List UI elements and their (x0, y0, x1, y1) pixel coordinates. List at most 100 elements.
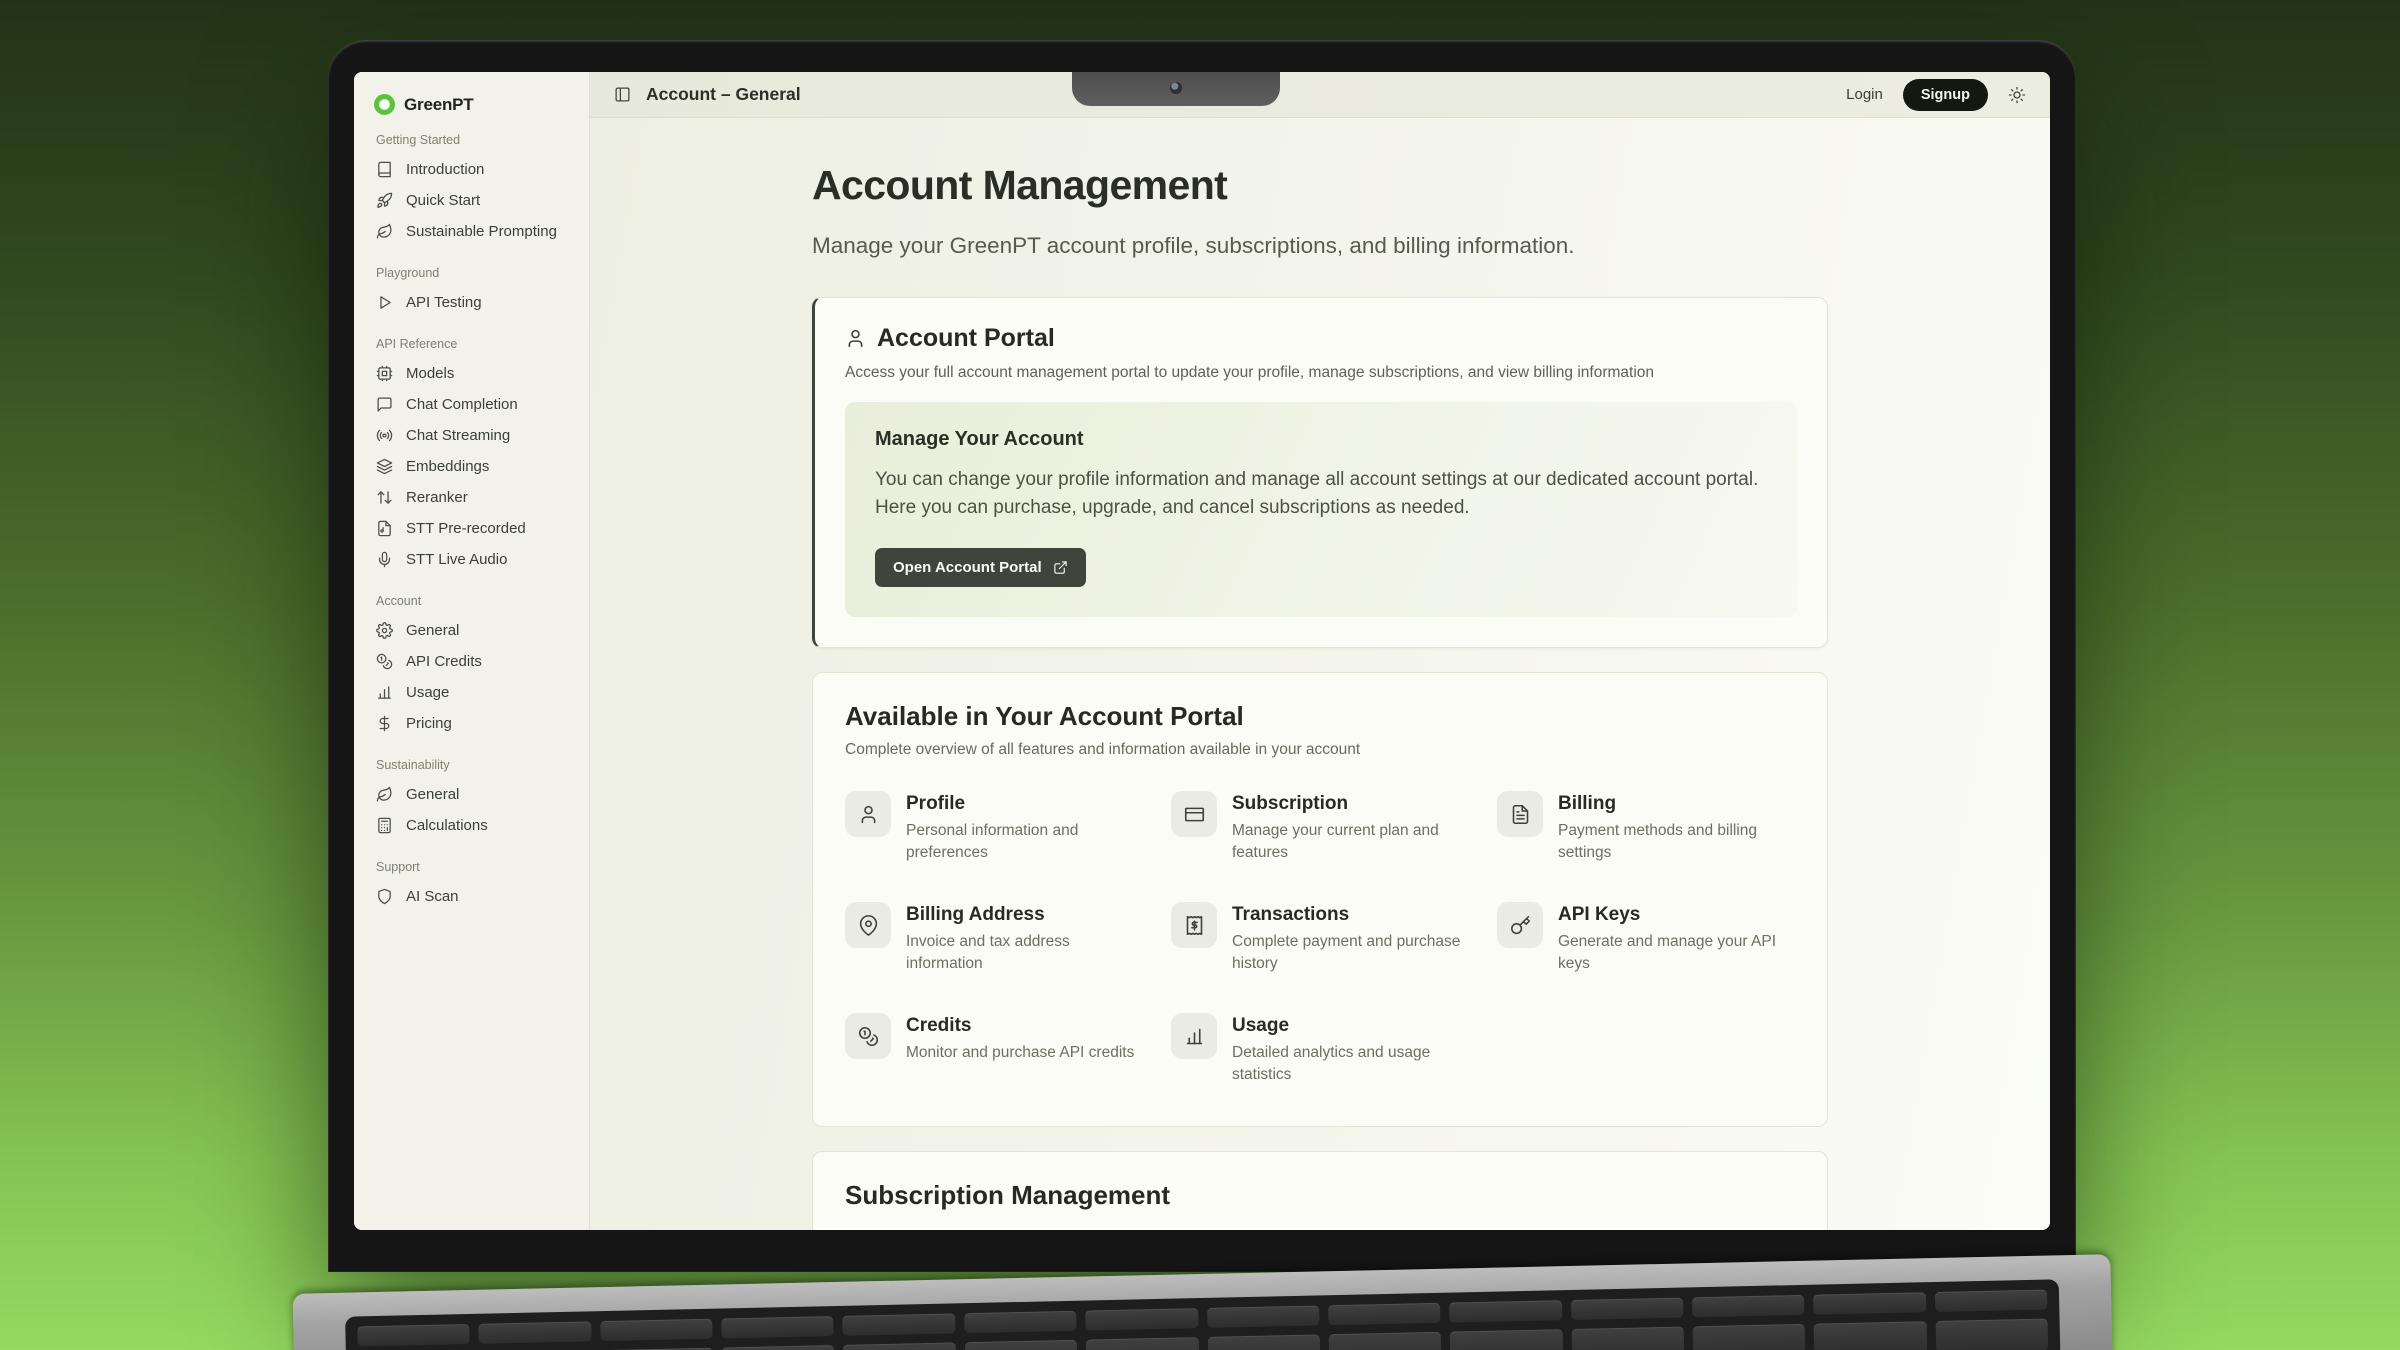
feature-text: Credits Monitor and purchase API credits (906, 1013, 1134, 1086)
keyboard-key (1207, 1305, 1320, 1327)
file-text-icon-glyph (1510, 804, 1531, 825)
sidebar-item-label: Calculations (406, 817, 488, 834)
sidebar-section-label: Support (366, 841, 577, 881)
sidebar-item-usage[interactable]: Usage (366, 677, 577, 708)
user-icon (845, 328, 866, 349)
sidebar-section-support: Support AI Scan (366, 841, 577, 912)
panel-left-icon[interactable] (614, 86, 631, 103)
user-icon (845, 791, 891, 837)
sidebar-item-general[interactable]: General (366, 779, 577, 810)
feature-title: Credits (906, 1015, 1134, 1037)
signup-button[interactable]: Signup (1903, 79, 1988, 111)
dollar-icon (376, 715, 393, 732)
sidebar-section-sustainability: Sustainability General Calculations (366, 739, 577, 841)
sidebar-item-ai-scan[interactable]: AI Scan (366, 881, 577, 912)
page-content: Account Management Manage your GreenPT a… (812, 162, 1828, 1230)
sidebar-item-label: AI Scan (406, 888, 459, 905)
page-title: Account Management (812, 162, 1828, 209)
sidebar-item-quick-start[interactable]: Quick Start (366, 185, 577, 216)
sidebar-item-general[interactable]: General (366, 615, 577, 646)
account-portal-card: Account Portal Access your full account … (812, 297, 1828, 648)
brand-logo[interactable]: GreenPT (366, 88, 577, 127)
key-icon-glyph (1510, 915, 1531, 936)
keyboard-key (1328, 1303, 1441, 1325)
feature-description: Payment methods and billing settings (1558, 820, 1795, 864)
keyboard-key (600, 1319, 713, 1341)
sidebar-section-label: API Reference (366, 318, 577, 358)
sidebar-item-chat-completion[interactable]: Chat Completion (366, 389, 577, 420)
sidebar-item-api-testing[interactable]: API Testing (366, 287, 577, 318)
keyboard-key (964, 1311, 1077, 1333)
keyboard-key (1571, 1327, 1684, 1350)
manage-account-panel: Manage Your Account You can change your … (845, 402, 1797, 617)
account-portal-title: Account Portal (877, 324, 1055, 353)
sidebar-item-api-credits[interactable]: API Credits (366, 646, 577, 677)
keyboard-key (721, 1316, 834, 1338)
sidebar-item-label: STT Live Audio (406, 551, 507, 568)
external-link-icon (1053, 560, 1068, 575)
sidebar-item-calculations[interactable]: Calculations (366, 810, 577, 841)
leaf-icon (376, 786, 393, 803)
keyboard-key (357, 1324, 470, 1346)
feature-title: API Keys (1558, 904, 1795, 926)
keyboard-key (479, 1321, 592, 1343)
keyboard-key (1692, 1295, 1805, 1317)
sidebar-item-reranker[interactable]: Reranker (366, 482, 577, 513)
keyboard-key (722, 1345, 835, 1350)
features-subtitle: Complete overview of all features and in… (845, 741, 1795, 759)
feature-text: API KeysGenerate and manage your API key… (1558, 902, 1795, 975)
cpu-icon (376, 365, 393, 382)
laptop-lid: GreenPT Getting StartedIntroductionQuick… (328, 40, 2076, 1272)
portal-features-card: Available in Your Account Portal Complet… (812, 672, 1828, 1127)
sidebar-item-label: Reranker (406, 489, 468, 506)
sidebar-item-models[interactable]: Models (366, 358, 577, 389)
coins-icon-glyph (858, 1026, 879, 1047)
open-account-portal-button[interactable]: Open Account Portal (875, 548, 1086, 587)
sidebar-item-label: Models (406, 365, 454, 382)
feature-item-billing: BillingPayment methods and billing setti… (1497, 791, 1795, 864)
manage-account-title: Manage Your Account (875, 428, 1767, 451)
keyboard-key (1450, 1329, 1563, 1350)
sidebar-item-embeddings[interactable]: Embeddings (366, 451, 577, 482)
feature-description: Manage your current plan and features (1232, 820, 1469, 864)
sidebar-item-label: Introduction (406, 161, 484, 178)
receipt-icon (1171, 902, 1217, 948)
feature-item-transactions: TransactionsComplete payment and purchas… (1171, 902, 1469, 975)
feature-title: Usage (1232, 1015, 1469, 1037)
coins-icon (845, 1013, 891, 1059)
sidebar-item-label: Sustainable Prompting (406, 223, 557, 240)
manage-account-body: You can change your profile information … (875, 466, 1767, 522)
laptop-screen: GreenPT Getting StartedIntroductionQuick… (354, 72, 2050, 1230)
sidebar-item-introduction[interactable]: Introduction (366, 154, 577, 185)
map-pin-icon (845, 902, 891, 948)
sidebar-section-label: Sustainability (366, 739, 577, 779)
sidebar-item-chat-streaming[interactable]: Chat Streaming (366, 420, 577, 451)
user-icon-glyph (858, 804, 879, 825)
feature-item-billing-address: Billing AddressInvoice and tax address i… (845, 902, 1143, 975)
laptop-camera (1170, 82, 1182, 94)
features-grid: ProfilePersonal information and preferen… (845, 791, 1795, 1086)
sidebar-item-pricing[interactable]: Pricing (366, 708, 577, 739)
mic-icon (376, 551, 393, 568)
feature-item-profile: ProfilePersonal information and preferen… (845, 791, 1143, 864)
feature-title: Billing Address (906, 904, 1143, 926)
keyboard-key (1086, 1337, 1199, 1350)
sidebar-section-account: AccountGeneralAPI CreditsUsagePricing (366, 575, 577, 739)
chart-icon (376, 684, 393, 701)
login-link[interactable]: Login (1846, 86, 1883, 103)
credit-card-icon (1171, 791, 1217, 837)
sun-icon[interactable] (2008, 86, 2026, 104)
credit-card-icon-glyph (1184, 804, 1205, 825)
laptop-notch (1072, 72, 1280, 106)
desktop-background: GreenPT Getting StartedIntroductionQuick… (0, 0, 2400, 1350)
feature-description: Monitor and purchase API credits (906, 1042, 1134, 1064)
sidebar-nav: Getting StartedIntroductionQuick StartSu… (366, 127, 577, 912)
sidebar-item-sustainable-prompting[interactable]: Sustainable Prompting (366, 216, 577, 247)
account-portal-header: Account Portal (845, 324, 1797, 353)
topbar-actions: Login Signup (1846, 79, 2026, 111)
sidebar-item-stt-live-audio[interactable]: STT Live Audio (366, 544, 577, 575)
keyboard-key (1935, 1290, 2048, 1312)
sidebar-item-stt-pre-recorded[interactable]: STT Pre-recorded (366, 513, 577, 544)
sidebar-item-label: General (406, 786, 459, 803)
main-scroll-area[interactable]: Account Management Manage your GreenPT a… (590, 118, 2050, 1230)
